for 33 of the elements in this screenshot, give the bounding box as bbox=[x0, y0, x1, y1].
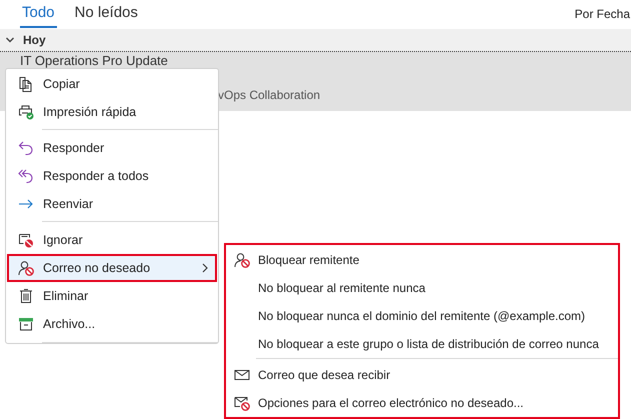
menu-item[interactable]: Archivo... bbox=[7, 310, 217, 338]
message-subject: IT Operations Pro Update bbox=[20, 54, 168, 67]
chevron-right-icon bbox=[201, 263, 209, 273]
group-header[interactable]: Hoy bbox=[0, 29, 631, 52]
trash-icon bbox=[18, 288, 34, 304]
reply-arrow-icon bbox=[18, 140, 34, 156]
menu-item[interactable]: Responder a todos bbox=[7, 162, 217, 190]
person-block-icon bbox=[234, 252, 250, 268]
menu-item[interactable]: No bloquear al remitente nunca bbox=[226, 274, 618, 302]
menu-item[interactable]: Copiar bbox=[7, 70, 217, 98]
archive-box-icon bbox=[18, 316, 34, 332]
filter-tab[interactable]: No leídos bbox=[72, 2, 140, 28]
menu-item[interactable]: Reenviar bbox=[7, 190, 217, 218]
envelope-icon bbox=[234, 367, 250, 383]
menu-item[interactable]: Ignorar bbox=[7, 226, 217, 254]
sort-button[interactable]: Por Fecha bbox=[574, 7, 630, 28]
menu-item[interactable]: No bloquear nunca el dominio del remitente (@example.com) bbox=[226, 302, 618, 330]
menu-item[interactable]: Opciones para el correo electrónico no deseado... bbox=[226, 389, 618, 417]
ignore-icon bbox=[18, 232, 34, 248]
menu-item[interactable]: Bloquear remitente bbox=[226, 246, 618, 274]
envelope-block-icon bbox=[234, 395, 250, 411]
message-preview: vOps Collaboration bbox=[218, 88, 320, 102]
menu-item[interactable]: Eliminar bbox=[7, 282, 217, 310]
reply-all-arrow-icon bbox=[18, 168, 34, 184]
menu-item[interactable]: Correo que desea recibir bbox=[226, 361, 618, 389]
group-label: Hoy bbox=[23, 33, 46, 47]
menu-item[interactable]: No bloquear a este grupo o lista de distribución de correo nunca bbox=[226, 330, 618, 358]
menu-item[interactable]: Responder bbox=[7, 134, 217, 162]
printer-check-icon bbox=[18, 104, 34, 120]
chevron-icon bbox=[5, 35, 15, 45]
person-block-icon bbox=[18, 260, 34, 276]
menu-item[interactable]: Correo no deseado bbox=[7, 254, 217, 282]
copy-icon bbox=[18, 76, 34, 92]
